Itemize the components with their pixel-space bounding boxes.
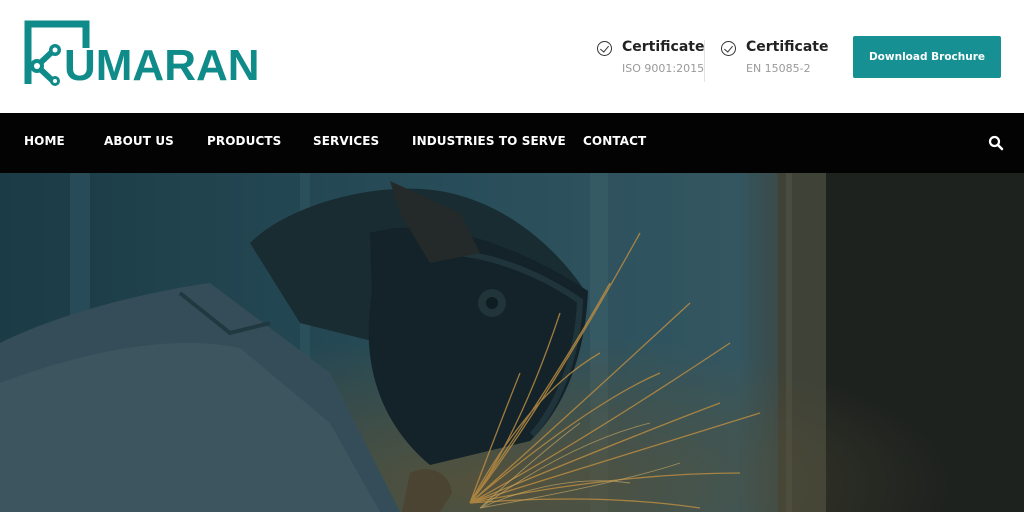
logo[interactable]: UMARAN <box>24 20 260 88</box>
nav-item-products[interactable]: PRODUCTS <box>207 134 281 148</box>
certificate-title: Certificate <box>622 39 705 55</box>
check-circle-icon <box>721 41 736 56</box>
nav-item-industries-to-serve[interactable]: INDUSTRIES TO SERVE <box>412 134 566 148</box>
nav-item-services[interactable]: SERVICES <box>313 134 379 148</box>
nav-item-about-us[interactable]: ABOUT US <box>104 134 174 148</box>
certificate-title: Certificate <box>746 39 829 55</box>
site-header: UMARAN Certificate ISO 9001:2015 Certifi… <box>0 0 1024 113</box>
divider <box>704 40 705 82</box>
certificate-en: Certificate EN 15085-2 <box>721 38 831 82</box>
certificate-subtitle: ISO 9001:2015 <box>622 62 705 75</box>
nav-item-home[interactable]: HOME <box>24 134 65 148</box>
certificate-subtitle: EN 15085-2 <box>746 62 811 75</box>
download-brochure-button[interactable]: Download Brochure <box>853 36 1001 78</box>
logo-text: UMARAN <box>64 41 260 90</box>
search-icon[interactable] <box>988 135 1004 151</box>
main-nav: HOME ABOUT US PRODUCTS SERVICES INDUSTRI… <box>0 113 1024 173</box>
nav-item-contact[interactable]: CONTACT <box>583 134 646 148</box>
certificate-iso: Certificate ISO 9001:2015 <box>597 38 704 82</box>
check-circle-icon <box>597 41 612 56</box>
hero-image <box>0 173 1024 512</box>
hero-banner <box>0 173 1024 512</box>
